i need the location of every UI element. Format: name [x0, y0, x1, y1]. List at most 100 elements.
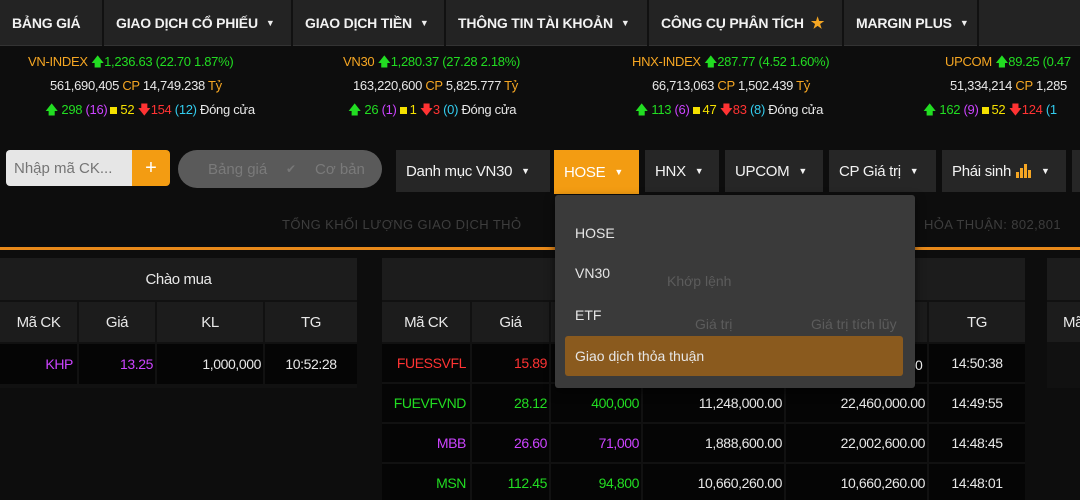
- stock-search: +: [6, 150, 172, 186]
- total-volume-text: TỔNG KHỐI LƯỢNG GIAO DỊCH THỎ: [282, 217, 522, 232]
- menu-item-giao-dich-thoa-thuan[interactable]: Giao dịch thỏa thuận: [565, 336, 903, 376]
- index-upcom[interactable]: UPCOM 🡅89.25 (0.47 51,334,214 CP 1,285 🡅…: [923, 50, 1071, 122]
- menu-item-hose[interactable]: HOSE: [575, 225, 615, 241]
- dropdown-label: HNX: [655, 162, 686, 180]
- nav-cong-cu-phan-tich[interactable]: CÔNG CỤ PHÂN TÍCH ★: [649, 0, 844, 46]
- square-icon: [399, 107, 407, 115]
- bid-time: 10:52:28: [265, 344, 357, 384]
- menu-item-etf[interactable]: ETF: [575, 307, 601, 323]
- toggle-bang-gia[interactable]: Bảng giá: [208, 161, 267, 178]
- index-vnindex[interactable]: VN-INDEX 🡅1,236.63 (22.70 1.87%) 561,690…: [28, 50, 255, 122]
- index-amount: 1,502.439: [737, 78, 794, 93]
- nav-margin-plus[interactable]: MARGIN PLUS ▼: [844, 0, 979, 46]
- caret-down-icon: ▼: [694, 166, 704, 176]
- nav-label: CÔNG CỤ PHÂN TÍCH: [661, 15, 804, 31]
- nav-giao-dich-tien[interactable]: GIAO DỊCH TIỀN ▼: [293, 0, 446, 46]
- dropdown-hnx[interactable]: HNX ▼: [645, 150, 719, 192]
- dropdown-cp-gia-tri[interactable]: CP Giá trị ▼: [829, 150, 936, 192]
- index-value: 1,236.63: [104, 54, 153, 69]
- index-name: VN30: [343, 54, 375, 69]
- count-flat: 52: [991, 102, 1006, 117]
- match-volume: 94,800: [551, 464, 641, 500]
- bid-volume: 1,000,000: [157, 344, 263, 384]
- menu-ghost-col: Giá trị tích lũy: [811, 316, 897, 332]
- index-volume: 51,334,214: [950, 78, 1013, 93]
- caret-down-icon: ▼: [959, 18, 969, 28]
- arrow-down-icon: 🡇: [1008, 102, 1022, 117]
- toggle-co-ban[interactable]: Cơ bản: [315, 161, 365, 178]
- arrow-down-icon: 🡇: [137, 102, 151, 117]
- index-name: HNX-INDEX: [632, 54, 701, 69]
- count-up: 26: [364, 102, 379, 117]
- count-down: 3: [432, 102, 440, 117]
- arrow-up-icon: 🡅: [704, 54, 718, 69]
- dropdown-label: CP Giá trị: [839, 162, 901, 180]
- market-status: Đóng cửa: [768, 102, 824, 117]
- nav-giao-dich-co-phieu[interactable]: GIAO DỊCH CỔ PHIẾU ▼: [104, 0, 293, 46]
- index-change: (4.52 1.60%): [758, 54, 830, 69]
- stock-code[interactable]: KHP: [0, 344, 77, 384]
- index-change: (0.47: [1042, 54, 1071, 69]
- index-volume: 66,713,063: [652, 78, 715, 93]
- dropdown-upcom[interactable]: UPCOM ▼: [725, 150, 823, 192]
- col-header[interactable]: TG: [265, 302, 357, 342]
- arrow-down-icon: 🡇: [419, 102, 433, 117]
- check-icon: ✔: [286, 162, 297, 176]
- index-cp: CP: [122, 78, 140, 93]
- nav-label: BẢNG GIÁ: [12, 15, 81, 31]
- caret-down-icon: ▼: [265, 18, 275, 28]
- dropdown-phai-sinh[interactable]: Phái sinh ▼: [942, 150, 1066, 192]
- stock-search-input[interactable]: [6, 150, 132, 186]
- nav-label: THÔNG TIN TÀI KHOẢN: [458, 15, 613, 31]
- star-icon: ★: [810, 15, 825, 32]
- match-time: 14:50:38: [929, 344, 1025, 382]
- col-header[interactable]: Mã: [1047, 302, 1080, 342]
- stock-code[interactable]: FUEVFVND: [382, 384, 470, 422]
- index-hnx[interactable]: HNX-INDEX 🡅287.77 (4.52 1.60%) 66,713,06…: [632, 50, 830, 122]
- match-price: 112.45: [472, 464, 549, 500]
- count-up: 162: [939, 102, 961, 117]
- match-volume: 400,000: [551, 384, 641, 422]
- index-name: UPCOM: [945, 54, 992, 69]
- stock-code[interactable]: MBB: [382, 424, 470, 462]
- col-header[interactable]: TG: [929, 302, 1025, 342]
- right-table: Mã: [1047, 258, 1080, 388]
- index-value: 287.77: [717, 54, 756, 69]
- dropdown-danh-muc-vn30[interactable]: Danh mục VN30 ▼: [396, 150, 550, 192]
- col-header[interactable]: Mã CK: [0, 302, 77, 342]
- col-header[interactable]: KL: [157, 302, 263, 342]
- nav-thong-tin-tai-khoan[interactable]: THÔNG TIN TÀI KHOẢN ▼: [446, 0, 649, 46]
- view-toggle[interactable]: Bảng giá ✔ Cơ bản: [178, 150, 382, 188]
- match-value: 1,888,600.00: [643, 424, 784, 462]
- match-price: 28.12: [472, 384, 549, 422]
- count-down: 124: [1021, 102, 1043, 117]
- arrow-down-icon: 🡇: [719, 102, 733, 117]
- index-amount: 14,749.238: [142, 78, 205, 93]
- caret-down-icon: ▼: [521, 166, 530, 176]
- match-price: 26.60: [472, 424, 549, 462]
- nav-bang-gia[interactable]: BẢNG GIÁ: [0, 0, 104, 46]
- match-time: 14:49:55: [929, 384, 1025, 422]
- col-header[interactable]: Mã CK: [382, 302, 470, 342]
- caret-down-icon: ▼: [614, 167, 623, 177]
- menu-item-vn30[interactable]: VN30: [575, 265, 610, 281]
- dropdown-hose[interactable]: HOSE ▼: [554, 150, 639, 194]
- count-ceiling: (6): [674, 102, 690, 117]
- right-table-title-bar: [1047, 258, 1080, 300]
- market-indices: VN-INDEX 🡅1,236.63 (22.70 1.87%) 561,690…: [0, 50, 1080, 122]
- col-header[interactable]: Giá: [472, 302, 549, 342]
- bid-table: Chào mua Mã CK Giá KL TG KHP 13.25 1,000…: [0, 258, 357, 388]
- menu-ghost-title: Khớp lệnh: [667, 273, 732, 289]
- index-value: 1,280.37: [390, 54, 440, 69]
- trading-board: BẢNG GIÁ GIAO DỊCH CỔ PHIẾU ▼ GIAO DỊCH T…: [0, 0, 1080, 500]
- index-vn30[interactable]: VN30 🡅1,280.37 (27.28 2.18%) 163,220,600…: [343, 50, 520, 122]
- bid-price: 13.25: [79, 344, 155, 384]
- col-header[interactable]: Giá: [79, 302, 155, 342]
- match-value: 10,660,260.00: [643, 464, 784, 500]
- stock-code[interactable]: MSN: [382, 464, 470, 500]
- caret-down-icon: ▼: [1041, 166, 1050, 176]
- bar-chart-icon: [1016, 164, 1032, 178]
- count-up: 298: [61, 102, 83, 117]
- add-stock-button[interactable]: +: [132, 150, 170, 186]
- stock-code[interactable]: FUESSVFL: [382, 344, 470, 382]
